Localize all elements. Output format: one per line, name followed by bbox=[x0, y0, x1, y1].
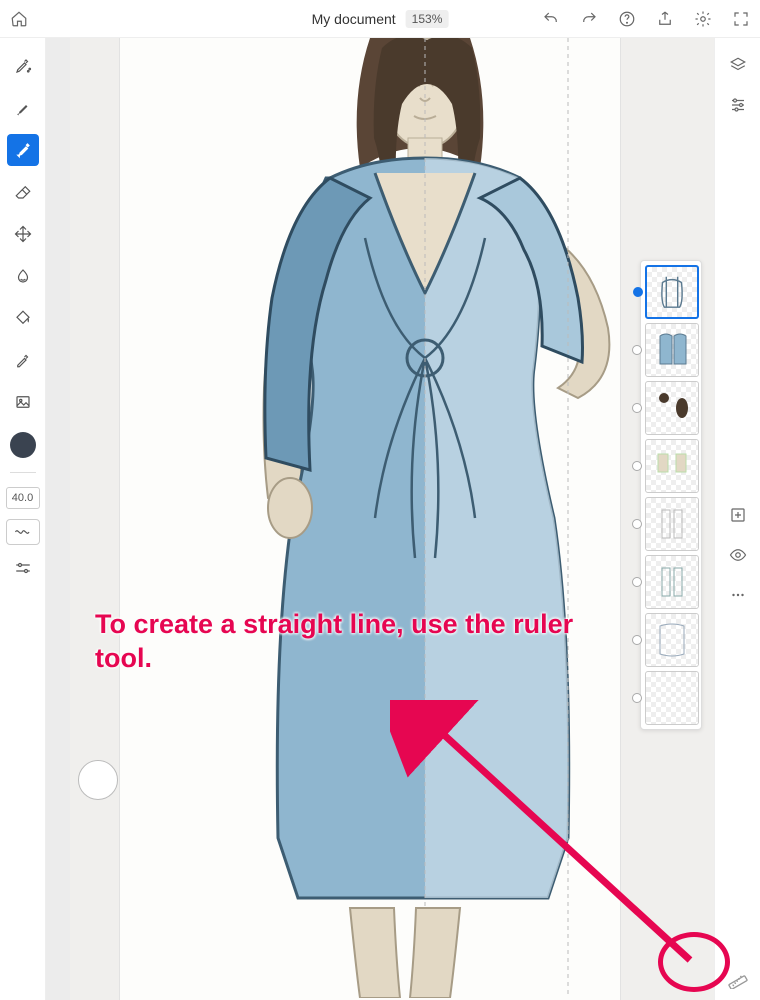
redo-icon[interactable] bbox=[580, 10, 598, 28]
fill-tool[interactable] bbox=[7, 302, 39, 334]
sliders-icon[interactable] bbox=[729, 96, 747, 114]
layers-icon[interactable] bbox=[729, 56, 747, 74]
watercolor-brush-tool[interactable] bbox=[7, 134, 39, 166]
divider bbox=[10, 472, 36, 473]
layer-thumb[interactable] bbox=[645, 671, 699, 725]
help-icon[interactable] bbox=[618, 10, 636, 28]
ruler-tool-button[interactable] bbox=[726, 966, 750, 990]
color-swatch[interactable] bbox=[10, 432, 36, 458]
share-icon[interactable] bbox=[656, 10, 674, 28]
canvas[interactable] bbox=[70, 38, 714, 1000]
layer-thumb[interactable] bbox=[645, 613, 699, 667]
left-secondary-strip bbox=[46, 38, 70, 1000]
move-tool[interactable] bbox=[7, 218, 39, 250]
undo-icon[interactable] bbox=[542, 10, 560, 28]
touch-ring[interactable] bbox=[78, 760, 118, 800]
artboard[interactable] bbox=[120, 38, 620, 1000]
brush-flow-toggle[interactable] bbox=[6, 519, 40, 545]
eraser-tool[interactable] bbox=[7, 176, 39, 208]
zoom-level[interactable]: 153% bbox=[406, 10, 449, 28]
gear-icon[interactable] bbox=[694, 10, 712, 28]
layer-thumb[interactable] bbox=[645, 555, 699, 609]
layer-thumb[interactable] bbox=[645, 265, 699, 319]
eyedropper-tool[interactable] bbox=[7, 344, 39, 376]
annotation-text: To create a straight line, use the ruler… bbox=[95, 608, 615, 676]
sketch-brush-tool[interactable] bbox=[7, 50, 39, 82]
brush-settings-icon[interactable] bbox=[6, 555, 40, 581]
brush-size-field[interactable]: 40.0 bbox=[6, 487, 40, 509]
artwork bbox=[170, 38, 670, 998]
smudge-tool[interactable] bbox=[7, 260, 39, 292]
layer-thumb[interactable] bbox=[645, 497, 699, 551]
document-title: My document bbox=[312, 11, 396, 27]
layers-panel[interactable] bbox=[640, 260, 702, 730]
more-icon[interactable] bbox=[729, 586, 747, 604]
layer-thumb[interactable] bbox=[645, 439, 699, 493]
fullscreen-icon[interactable] bbox=[732, 10, 750, 28]
image-tool[interactable] bbox=[7, 386, 39, 418]
paint-brush-tool[interactable] bbox=[7, 92, 39, 124]
layer-thumb[interactable] bbox=[645, 381, 699, 435]
home-icon[interactable] bbox=[10, 10, 28, 28]
add-layer-icon[interactable] bbox=[729, 506, 747, 524]
layer-thumb[interactable] bbox=[645, 323, 699, 377]
visibility-icon[interactable] bbox=[729, 546, 747, 564]
